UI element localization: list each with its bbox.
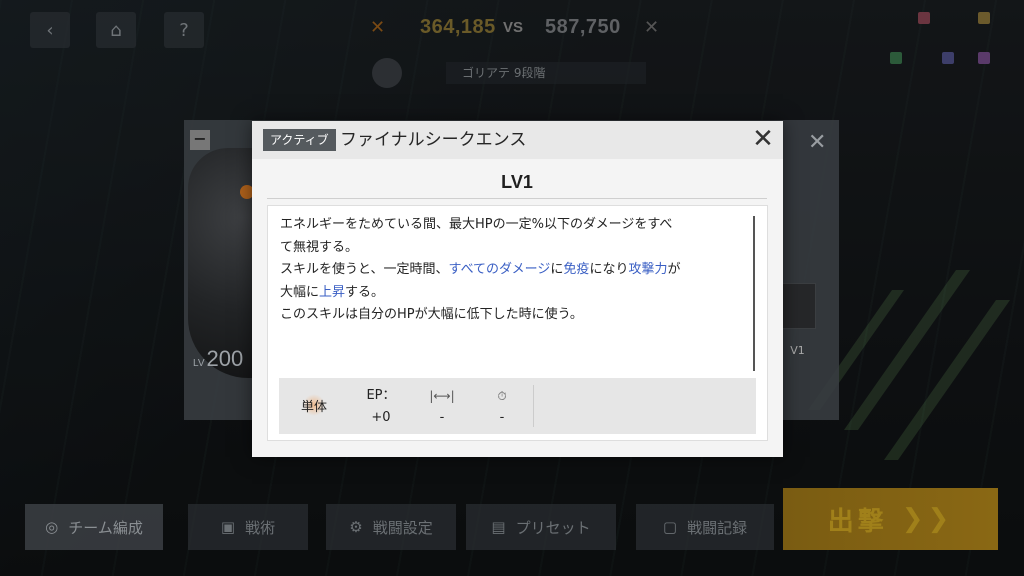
close-button[interactable]: ✕ bbox=[750, 126, 776, 152]
skill-icon[interactable] bbox=[779, 283, 816, 329]
description-line: エネルギーをためている間、最大HPの一定%以下のダメージをすべ bbox=[280, 217, 673, 232]
team-formation-label: チーム編成 bbox=[68, 518, 143, 537]
battle-settings-button[interactable]: ⚙ 戦闘設定 bbox=[326, 504, 456, 550]
collapse-button[interactable]: − bbox=[190, 130, 210, 150]
skill-detail-modal: アクティブ ファイナルシークエンス ✕ LV1 エネルギーをためている間、最大H… bbox=[252, 121, 783, 457]
home-icon: ⌂ bbox=[110, 19, 122, 41]
enemy-name: ゴリアテ 9段階 bbox=[446, 62, 646, 84]
tactics-label: 戦術 bbox=[245, 518, 276, 537]
range-stat: |⟷| - bbox=[417, 386, 467, 428]
skill-type-tag: アクティブ bbox=[263, 129, 336, 151]
skill-level: LV1 bbox=[267, 165, 767, 199]
close-icon: ✕ bbox=[752, 124, 774, 154]
target-type: 単体 bbox=[301, 400, 328, 415]
skill-name: ファイナルシークエンス bbox=[340, 130, 527, 150]
node-icon bbox=[890, 52, 902, 64]
chevron-right-icon: ❯❯ bbox=[901, 504, 954, 534]
formation-icon[interactable] bbox=[372, 58, 402, 88]
description-line: スキルを使うと、一定時間、すべてのダメージに免疫になり攻撃力が bbox=[280, 262, 681, 277]
modal-header: アクティブ ファイナルシークエンス ✕ bbox=[252, 121, 783, 159]
ep-label: EP： bbox=[366, 388, 396, 403]
node-icon bbox=[942, 52, 954, 64]
help-icon: ? bbox=[179, 19, 189, 41]
skill-stats: 単体 EP： +0 |⟷| - ⏱ - bbox=[279, 378, 756, 434]
unit-level: LV200 bbox=[193, 346, 244, 371]
description-scrollbar[interactable] bbox=[753, 216, 755, 371]
keyword-all-damage[interactable]: すべてのダメージ bbox=[448, 262, 550, 277]
team-formation-button[interactable]: ◎ チーム編成 bbox=[25, 504, 163, 550]
keyword-attack[interactable]: 攻撃力 bbox=[628, 262, 667, 277]
back-arrow-icon: ‹ bbox=[46, 19, 54, 41]
preset-icon: ▤ bbox=[491, 518, 506, 536]
battle-settings-label: 戦闘設定 bbox=[372, 518, 433, 537]
battle-record-button[interactable]: ▢ 戦闘記録 bbox=[636, 504, 774, 550]
tactics-icon: ▣ bbox=[220, 518, 236, 536]
battle-record-label: 戦闘記録 bbox=[687, 518, 748, 537]
node-icon bbox=[978, 52, 990, 64]
stats-divider bbox=[533, 385, 534, 427]
sortie-label: 出撃 bbox=[827, 506, 888, 537]
ep-value: +0 bbox=[371, 410, 391, 425]
preset-label: プリセット bbox=[515, 518, 591, 537]
settings-icon: ⚙ bbox=[349, 518, 363, 536]
range-icon: |⟷| bbox=[429, 389, 455, 403]
top-bar: ‹ ⌂ ? ✕ 364,185 VS 587,750 ✕ ゴリアテ 9段階 bbox=[0, 0, 1024, 88]
node-icon bbox=[918, 12, 930, 24]
keyword-immunity[interactable]: 免疫 bbox=[563, 262, 589, 277]
ally-x-icon: ✕ bbox=[370, 17, 386, 38]
description-line: 大幅に上昇する。 bbox=[280, 284, 385, 300]
cooldown-stat: ⏱ - bbox=[477, 386, 527, 428]
ally-power: 364,185 bbox=[420, 16, 496, 38]
node-icon bbox=[978, 12, 990, 24]
description-box: エネルギーをためている間、最大HPの一定%以下のダメージをすべ て無視する。 ス… bbox=[267, 205, 768, 441]
enemy-power: 587,750 bbox=[545, 16, 621, 38]
ep-stat: EP： +0 bbox=[356, 386, 406, 428]
description-line: このスキルは自分のHPが大幅に低下した時に使う。 bbox=[280, 307, 583, 322]
vs-label: VS bbox=[503, 19, 524, 36]
panel-close-icon[interactable]: ✕ bbox=[808, 130, 826, 155]
description-line: て無視する。 bbox=[280, 239, 359, 255]
home-button[interactable]: ⌂ bbox=[96, 12, 136, 48]
sortie-button[interactable]: 出撃 ❯❯ bbox=[783, 488, 998, 550]
cooldown-value: - bbox=[499, 410, 505, 425]
team-icon: ◎ bbox=[45, 518, 59, 536]
back-button[interactable]: ‹ bbox=[30, 12, 70, 48]
skill-description: エネルギーをためている間、最大HPの一定%以下のダメージをすべ て無視する。 ス… bbox=[280, 214, 746, 327]
range-value: - bbox=[439, 410, 445, 425]
help-button[interactable]: ? bbox=[164, 12, 204, 48]
keyword-increase[interactable]: 上昇 bbox=[319, 285, 345, 300]
preset-button[interactable]: ▤ プリセット bbox=[466, 504, 616, 550]
record-icon: ▢ bbox=[662, 518, 678, 536]
tactics-button[interactable]: ▣ 戦術 bbox=[188, 504, 308, 550]
skill-level-badge: V1 bbox=[790, 344, 805, 357]
enemy-x-icon: ✕ bbox=[644, 17, 660, 38]
cooldown-icon: ⏱ bbox=[497, 389, 507, 403]
